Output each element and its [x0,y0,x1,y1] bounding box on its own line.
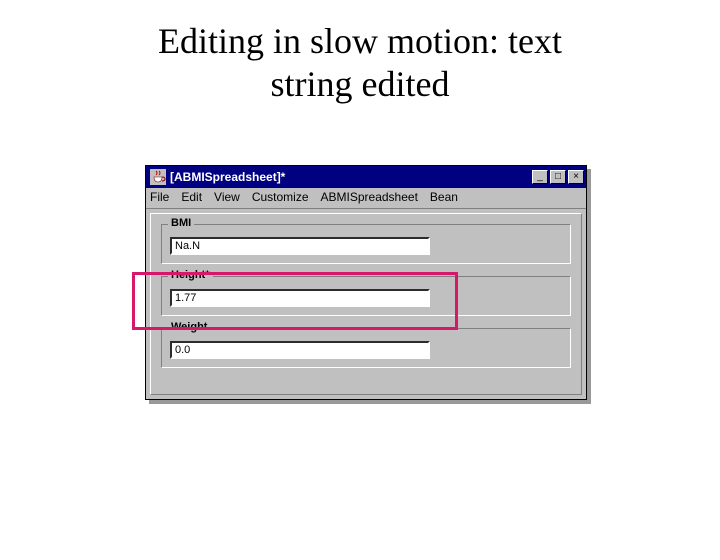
weight-group: Weight [161,328,571,368]
menu-bean[interactable]: Bean [430,190,458,204]
height-input[interactable] [170,289,430,307]
window-title: [ABMISpreadsheet]* [170,170,532,184]
weight-label: Weight [168,321,210,333]
menu-view[interactable]: View [214,190,240,204]
bmi-input[interactable] [170,237,430,255]
bmi-label: BMI [168,217,194,229]
maximize-icon: □ [555,172,561,182]
height-label: Height* [168,269,213,281]
menu-edit[interactable]: Edit [181,190,202,204]
height-group: Height* [161,276,571,316]
slide-title: Editing in slow motion: text string edit… [0,20,720,106]
menubar: File Edit View Customize ABMISpreadsheet… [146,188,586,209]
maximize-button[interactable]: □ [550,170,566,184]
content-panel: BMI Height* Weight [150,213,582,395]
title-line-1: Editing in slow motion: text [158,21,562,61]
minimize-icon: _ [537,172,543,182]
close-button[interactable]: × [568,170,584,184]
menu-customize[interactable]: Customize [252,190,309,204]
bmi-group: BMI [161,224,571,264]
window-controls: _ □ × [532,170,584,184]
title-line-2: string edited [271,64,450,104]
minimize-button[interactable]: _ [532,170,548,184]
menu-file[interactable]: File [150,190,169,204]
app-window: [ABMISpreadsheet]* _ □ × File Edit View … [145,165,587,400]
weight-input[interactable] [170,341,430,359]
java-cup-icon [150,169,166,185]
menu-abmispreadsheet[interactable]: ABMISpreadsheet [321,190,418,204]
close-icon: × [573,172,579,182]
titlebar[interactable]: [ABMISpreadsheet]* _ □ × [146,166,586,188]
